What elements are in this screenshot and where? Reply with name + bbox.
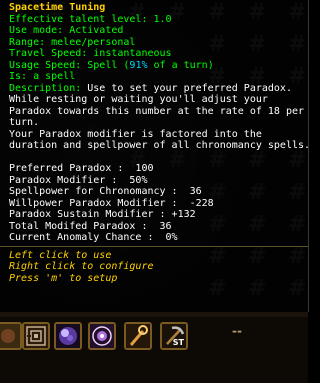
hotbar-slot-empty[interactable]: -- (232, 324, 242, 338)
description-line: While resting or waiting you'll adjust y… (9, 94, 268, 105)
description-label: Description: (9, 82, 82, 94)
slot-badge: ST (172, 338, 184, 347)
description-line: turn. (9, 117, 40, 128)
action-press-m: Press 'm' to setup (9, 272, 118, 284)
talent-level: Effective talent level: 1.0 (9, 13, 172, 25)
use-mode: Use mode: Activated (9, 25, 124, 36)
description-line: duration and spellpower of all chronoman… (9, 140, 311, 151)
stat-preferred-paradox: Preferred Paradox : 100 (9, 163, 154, 174)
stat-willpower-modifier: Willpower Paradox Modifier : -228 (9, 197, 214, 209)
travel-speed: Travel Speed: instantaneous (9, 48, 172, 59)
usage-speed: Usage Speed: Spell (91% of a turn) (9, 60, 307, 72)
description-line: Your Paradox modifier is factored into t… (9, 128, 262, 140)
action-left-click: Left click to use (9, 249, 112, 261)
usage-speed-pct: 91% (129, 59, 148, 71)
tooltip-title: Spacetime Tuning (9, 2, 106, 13)
stat-sustain-modifier: Paradox Sustain Modifier : +132 (9, 209, 196, 220)
hotbar-slot-orb[interactable] (54, 322, 82, 350)
hotbar-slot-maze[interactable] (22, 322, 50, 350)
usage-speed-prefix: Usage Speed: Spell ( (9, 59, 130, 71)
hotbar-slot-staff[interactable] (124, 322, 152, 350)
usage-speed-suffix: of a turn) (147, 59, 214, 71)
description-first-line: Description: Use to set your preferred P… (9, 83, 307, 95)
hotbar: ST -- (0, 312, 308, 383)
stat-anomaly-chance: Current Anomaly Chance : 0% (9, 232, 178, 243)
description-line: Use to set your preferred Paradox. (81, 82, 292, 94)
talent-icon (0, 324, 20, 348)
stat-spellpower: Spellpower for Chronomancy : 36 (9, 186, 202, 197)
divider (0, 245, 308, 247)
spell-type: Is: a spell (9, 71, 76, 82)
staff-icon (126, 324, 150, 348)
hotbar-border (0, 312, 308, 317)
stat-paradox-modifier: Paradox Modifier : 50% (9, 174, 148, 186)
maze-icon (24, 324, 48, 348)
action-right-click: Right click to configure (9, 261, 154, 272)
hotbar-slot-partial[interactable] (0, 322, 22, 350)
hotbar-slot-rune-circle[interactable] (88, 322, 116, 350)
stat-total-paradox: Total Modifed Paradox : 36 (9, 220, 172, 232)
description-line: Paradox towards this number at the rate … (9, 105, 305, 117)
talent-tooltip: Spacetime Tuning Effective talent level:… (0, 0, 311, 312)
hotbar-slot-pickaxe[interactable]: ST (160, 322, 188, 350)
rune-circle-icon (90, 324, 114, 348)
range: Range: melee/personal (9, 36, 136, 48)
orb-icon (56, 324, 80, 348)
